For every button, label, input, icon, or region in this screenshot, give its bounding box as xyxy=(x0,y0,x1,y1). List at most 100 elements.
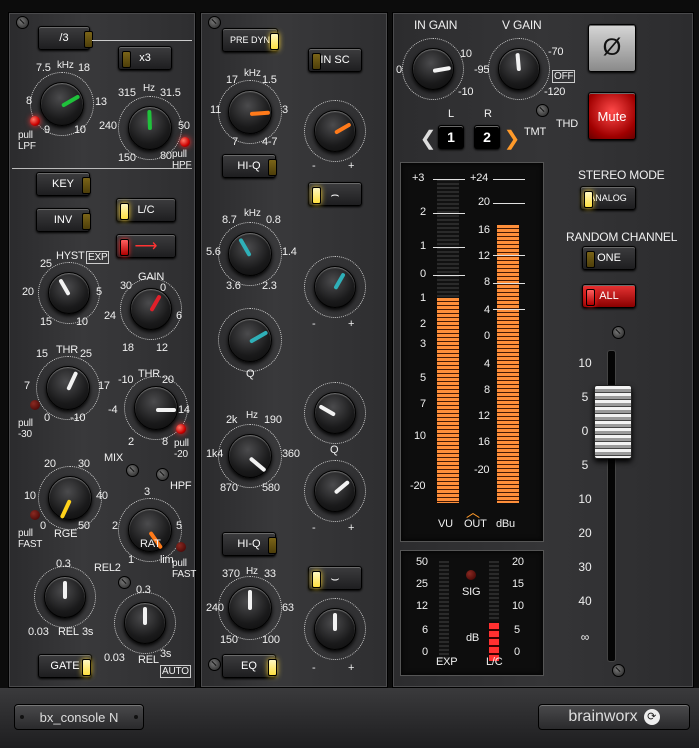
rge-scale: 20 xyxy=(44,458,56,470)
hf-frequency-knob[interactable] xyxy=(228,90,272,134)
div3-button[interactable]: /3 xyxy=(38,26,90,50)
fader-scale: 20 xyxy=(578,526,592,540)
channel-2-label: 2 xyxy=(483,129,491,145)
rat-label: RAT xyxy=(140,538,161,550)
channel-r-label: R xyxy=(484,108,492,120)
range-knob[interactable] xyxy=(48,476,92,520)
lmf-gain-plus: + xyxy=(348,522,355,534)
channel-next-arrow[interactable]: ❯ xyxy=(504,126,521,150)
vu-left-bar xyxy=(437,298,459,503)
lmf-frequency-knob[interactable] xyxy=(228,434,272,478)
vu-scale: 5 xyxy=(420,372,426,384)
lmf-q-label: Q xyxy=(330,444,339,456)
gate-thr-scale: -10 xyxy=(70,412,86,424)
hf-unit: kHz xyxy=(244,68,261,79)
lmf-unit: Hz xyxy=(246,410,258,421)
mix-trim[interactable] xyxy=(126,464,139,477)
hpf-scale-label: 150 xyxy=(118,152,136,164)
rat-pull: pull FAST xyxy=(172,558,197,580)
comp-thr-scale: -4 xyxy=(108,404,118,416)
comp-thr-pull: pull -20 xyxy=(174,438,189,460)
hmf-gain-knob[interactable] xyxy=(314,266,356,308)
phase-invert-button[interactable]: Ø xyxy=(588,24,636,72)
comp-threshold-knob[interactable] xyxy=(134,386,178,430)
hpf-active-led xyxy=(180,137,190,147)
inv-label: INV xyxy=(53,214,73,226)
fader-scale: 30 xyxy=(578,560,592,574)
dbu-label: dBu xyxy=(496,518,515,530)
analog-led xyxy=(584,191,593,208)
lc-label: L/C xyxy=(137,204,155,216)
mute-label: Mute xyxy=(597,108,627,124)
hmf-frequency-knob[interactable] xyxy=(228,232,272,276)
hpf-trim[interactable] xyxy=(156,468,169,481)
shelf-icon: ⌣ xyxy=(330,569,340,586)
vu-scale: 7 xyxy=(420,398,426,410)
comp-gain-knob[interactable] xyxy=(130,288,172,330)
lmf-scale: 2k xyxy=(226,414,238,426)
lf-gain-knob[interactable] xyxy=(314,608,356,650)
hmf-gain-plus: + xyxy=(348,318,355,330)
divider xyxy=(12,168,192,169)
hmf-scale: 3.6 xyxy=(226,280,241,292)
hyst-knob[interactable] xyxy=(48,272,90,314)
lpf-knob[interactable] xyxy=(40,82,84,126)
eq-label: EQ xyxy=(241,660,257,672)
mix-label: MIX xyxy=(104,452,123,464)
comp-release-knob[interactable] xyxy=(124,602,166,644)
all-label: ALL xyxy=(599,290,619,302)
vu-left-bar-off xyxy=(437,179,459,299)
sidechain-led xyxy=(120,239,129,256)
hmf-q-knob[interactable] xyxy=(228,318,272,362)
rel-scale: 3s xyxy=(82,626,94,638)
channel-prev-arrow[interactable]: ❮ xyxy=(420,126,437,150)
input-gain-knob[interactable] xyxy=(412,48,454,90)
output-fader-cap[interactable] xyxy=(594,385,632,459)
hf-gain-knob[interactable] xyxy=(314,110,356,152)
hf-gain-minus: - xyxy=(312,160,316,172)
tmt-label: TMT xyxy=(524,126,547,138)
lmf-scale: 580 xyxy=(262,482,280,494)
rat-scale: 1 xyxy=(128,554,134,566)
hpf-knob[interactable] xyxy=(128,106,172,150)
fader-scale: 10 xyxy=(578,492,592,506)
div3-label: /3 xyxy=(59,32,69,44)
lf-frequency-knob[interactable] xyxy=(228,586,272,630)
sig-label: SIG xyxy=(462,586,481,598)
lf-unit: Hz xyxy=(246,566,258,577)
mute-button[interactable]: Mute xyxy=(588,92,636,140)
plugin-window: /3 x3 7.5 kHz 18 8 13 9 10 pull LPF 315 … xyxy=(0,0,699,748)
gate-threshold-knob[interactable] xyxy=(46,366,90,410)
lf-shelf-led xyxy=(312,571,321,588)
gate-thr-label: THR xyxy=(56,344,79,356)
hpf-scale-label: 50 xyxy=(178,120,190,132)
lmf-q-knob[interactable] xyxy=(314,392,356,434)
lpf-scale-label: 10 xyxy=(74,124,86,136)
lc-scale: 0 xyxy=(514,646,520,658)
pre-dyn-led xyxy=(270,33,279,50)
lf-gain-plus: + xyxy=(348,662,355,674)
tmt-trim[interactable] xyxy=(536,104,549,117)
comp-thr-scale: 14 xyxy=(178,404,190,416)
gate-release-knob[interactable] xyxy=(44,576,86,618)
hmf-scale: 5.6 xyxy=(206,246,221,258)
stereo-mode-label: STEREO MODE xyxy=(578,168,665,182)
channel-2-button[interactable]: 2 xyxy=(474,125,500,149)
exp-tag: EXP xyxy=(86,251,110,264)
screw-icon xyxy=(612,326,625,339)
dbu-scale: 8 xyxy=(484,384,490,396)
virtual-gain-knob[interactable] xyxy=(498,48,540,90)
brand-plate[interactable]: brainworx ⟳ xyxy=(538,704,690,730)
channel-1-button[interactable]: 1 xyxy=(438,125,464,149)
lf-scale: 63 xyxy=(282,602,294,614)
vu-scale: +3 xyxy=(412,172,425,184)
in-gain-scale: 10 xyxy=(460,48,472,60)
dbu-scale: -20 xyxy=(474,464,490,476)
shelf-icon: ⌢ xyxy=(330,185,340,202)
lmf-gain-knob[interactable] xyxy=(314,470,356,512)
gain-scale-label: 30 xyxy=(120,280,132,292)
gate-thr-led xyxy=(30,400,40,410)
lmf-scale: 360 xyxy=(282,448,300,460)
rel2-trim[interactable] xyxy=(118,576,131,589)
rel2-rel-label: REL xyxy=(138,654,159,666)
